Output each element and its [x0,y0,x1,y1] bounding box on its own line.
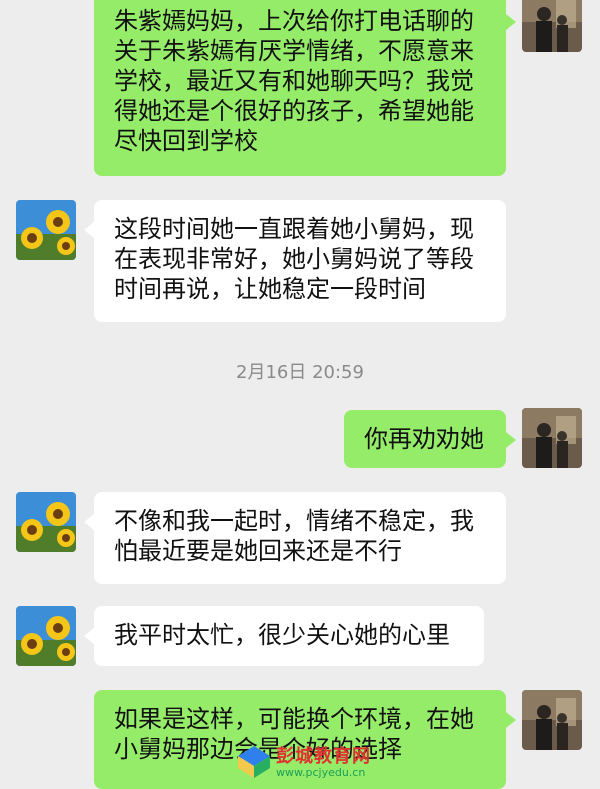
message-text: 不像和我一起时，情绪不稳定，我怕最近要是她回来还是不行 [114,507,474,565]
self-avatar[interactable] [522,690,582,750]
person-photo-icon [522,0,582,52]
message-bubble-sent[interactable]: 你再劝劝她 [344,410,516,468]
sunflower-avatar-icon [16,606,76,666]
message-text: 这段时间她一直跟着她小舅妈，现在表现非常好，她小舅妈说了等段时间再说，让她稳定一… [114,215,474,303]
message-text: 你再劝劝她 [364,425,484,453]
site-watermark: 彭城教育网 www.pcjyedu.cn [236,738,406,786]
message-bubble-sent[interactable]: 朱紫嫣妈妈，上次给你打电话聊的关于朱紫嫣有厌学情绪，不愿意来学校，最近又有和她聊… [94,0,516,176]
message-text: 朱紫嫣妈妈，上次给你打电话聊的关于朱紫嫣有厌学情绪，不愿意来学校，最近又有和她聊… [114,7,474,155]
message-bubble-received[interactable]: 我平时太忙，很少关心她的心里 [84,606,484,666]
contact-avatar[interactable] [16,606,76,666]
sunflower-avatar-icon [16,492,76,552]
watermark-url: www.pcjyedu.cn [276,766,366,779]
message-text: 我平时太忙，很少关心她的心里 [114,621,450,649]
message-bubble-received[interactable]: 不像和我一起时，情绪不稳定，我怕最近要是她回来还是不行 [84,492,506,584]
message-bubble-received[interactable]: 这段时间她一直跟着她小舅妈，现在表现非常好，她小舅妈说了等段时间再说，让她稳定一… [84,200,506,322]
person-photo-icon [522,690,582,750]
person-photo-icon [522,408,582,468]
contact-avatar[interactable] [16,492,76,552]
contact-avatar[interactable] [16,200,76,260]
self-avatar[interactable] [522,408,582,468]
sunflower-avatar-icon [16,200,76,260]
self-avatar[interactable] [522,0,582,52]
message-timestamp: 2月16日 20:59 [236,362,364,383]
watermark-logo-icon [238,746,270,778]
watermark-title: 彭城教育网 [276,746,371,767]
